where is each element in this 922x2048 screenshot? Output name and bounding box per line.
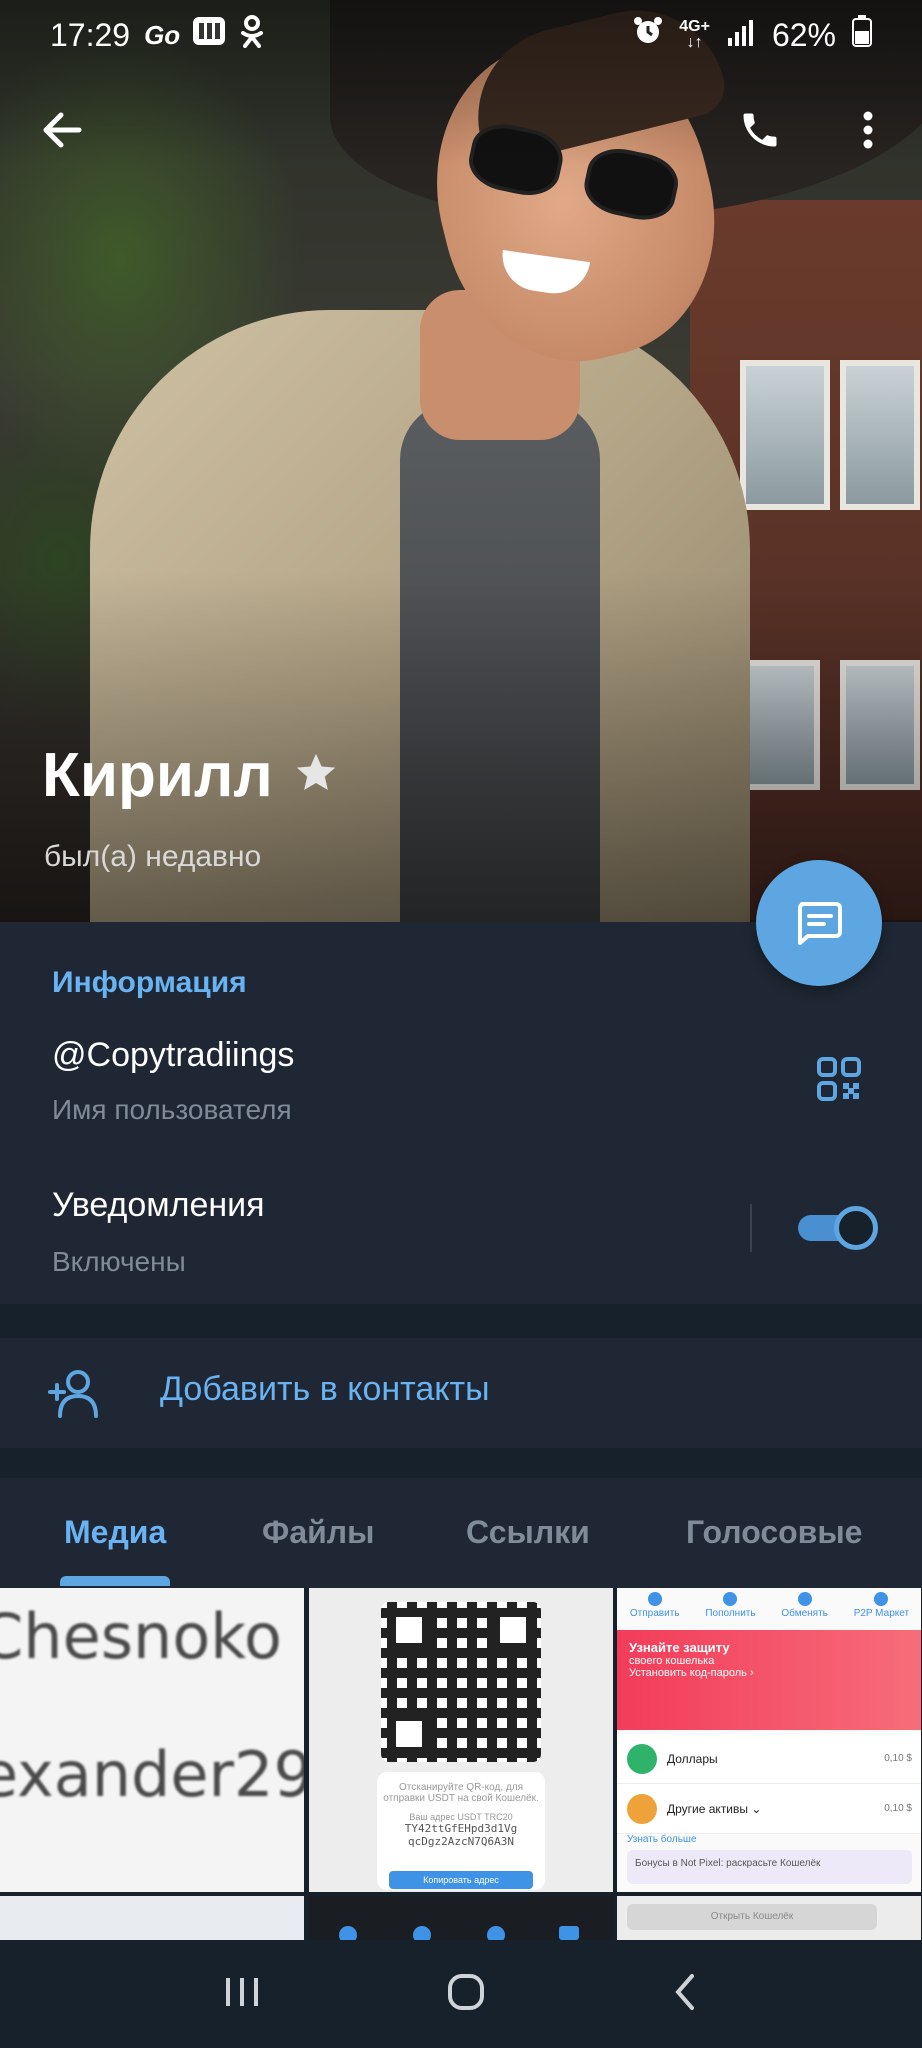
signal-icon <box>726 17 756 54</box>
media-item-1[interactable]: Chesnoko exander295 <box>0 1588 304 1892</box>
learn-more-label: Узнать больше <box>627 1834 697 1845</box>
tab-files[interactable]: Файлы <box>262 1514 374 1551</box>
recent-apps-icon[interactable] <box>222 1974 262 2015</box>
media-item-3[interactable]: Отправить Пополнить Обменять P2P Маркет … <box>617 1588 921 1892</box>
status-bar: 17:29 Go 4G+ ↓↑ 62% <box>0 0 922 70</box>
media-text: Chesnoko <box>0 1600 282 1673</box>
vertical-divider <box>750 1204 752 1252</box>
promo-title: Узнайте защиту <box>629 1640 730 1655</box>
system-nav-bar <box>0 1940 922 2048</box>
wallet-promo: Узнайте защиту своего кошелька Установит… <box>617 1630 921 1730</box>
info-section-title: Информация <box>52 966 247 999</box>
add-contact-label[interactable]: Добавить в контакты <box>160 1370 490 1409</box>
back-arrow-icon[interactable] <box>30 90 94 170</box>
open-wallet-button: Открыть Кошелёк <box>627 1904 877 1930</box>
home-icon[interactable] <box>446 1972 486 2017</box>
network-type: 4G+ ↓↑ <box>679 18 710 51</box>
username-caption: Имя пользователя <box>52 1094 292 1125</box>
wallet-actions: Отправить Пополнить Обменять P2P Маркет <box>617 1588 921 1624</box>
wallet-row: Доллары 0,10 $ <box>617 1734 921 1784</box>
profile-name-text: Кирилл <box>42 741 273 810</box>
status-app-icons: Go <box>144 14 266 56</box>
wallet-action: Отправить <box>630 1592 680 1624</box>
wallet-row: Другие активы ⌄ 0,10 $ <box>617 1784 921 1834</box>
toggle-knob <box>834 1206 878 1250</box>
wallet-action: P2P Маркет <box>854 1592 909 1624</box>
notifications-toggle[interactable] <box>798 1206 878 1250</box>
notifications-label[interactable]: Уведомления <box>52 1186 265 1225</box>
status-time: 17:29 <box>50 16 131 53</box>
go-app-icon: Go <box>144 19 181 50</box>
profile-name: Кирилл <box>42 740 339 811</box>
media-tabs: Медиа Файлы Ссылки Голосовые <box>0 1478 922 1588</box>
tab-links[interactable]: Ссылки <box>466 1514 590 1551</box>
wallet-action: Пополнить <box>705 1592 756 1624</box>
address-label: Ваш адрес USDT TRC20 <box>409 1812 513 1822</box>
tab-media[interactable]: Медиа <box>64 1514 166 1551</box>
send-message-button[interactable] <box>756 860 882 986</box>
qr-code-icon[interactable] <box>812 1052 866 1106</box>
alarm-icon <box>633 16 663 54</box>
media-text: exander295 <box>0 1738 304 1811</box>
active-tab-indicator <box>60 1576 170 1586</box>
notifications-state: Включены <box>52 1246 186 1277</box>
battery-percent: 62% <box>771 16 836 53</box>
odnoklassniki-icon <box>238 14 266 56</box>
media-item-4[interactable] <box>0 1896 304 1940</box>
status-right: 4G+ ↓↑ 62% <box>633 15 872 55</box>
media-item-6[interactable]: Открыть Кошелёк <box>617 1896 921 1940</box>
promo-line: Установить код-пароль › <box>629 1667 754 1679</box>
qr-corner <box>491 1608 535 1652</box>
qr-image <box>381 1602 541 1762</box>
username-value[interactable]: @Copytradiings <box>52 1036 294 1075</box>
top-toolbar <box>0 90 922 170</box>
more-options-icon[interactable] <box>838 90 898 170</box>
qr-corner <box>387 1712 431 1756</box>
promo-line: своего кошелька <box>629 1655 715 1667</box>
last-seen-status: был(а) недавно <box>44 840 262 873</box>
copy-address-button: Копировать адрес <box>389 1871 533 1889</box>
qr-corner <box>387 1608 431 1652</box>
star-badge-icon[interactable] <box>293 740 339 811</box>
address-value: TY42ttGfEHpd3d1Vg qcDgz2AzcN7Q6A3N <box>404 1822 518 1848</box>
back-nav-icon[interactable] <box>670 1972 700 2017</box>
tab-voice[interactable]: Голосовые <box>686 1514 862 1551</box>
wallet-action: Обменять <box>781 1592 828 1624</box>
battery-icon <box>852 15 872 55</box>
message-icon <box>798 902 842 945</box>
news-app-icon <box>192 15 226 55</box>
media-item-2[interactable]: Отсканируйте QR-код, для отправки USDT н… <box>309 1588 613 1892</box>
call-phone-icon[interactable] <box>730 90 790 170</box>
bonus-banner: Бонусы в Not Pixel: раскрасьте Кошелёк <box>627 1850 912 1884</box>
add-user-icon <box>44 1366 104 1420</box>
media-item-5[interactable] <box>309 1896 613 1940</box>
